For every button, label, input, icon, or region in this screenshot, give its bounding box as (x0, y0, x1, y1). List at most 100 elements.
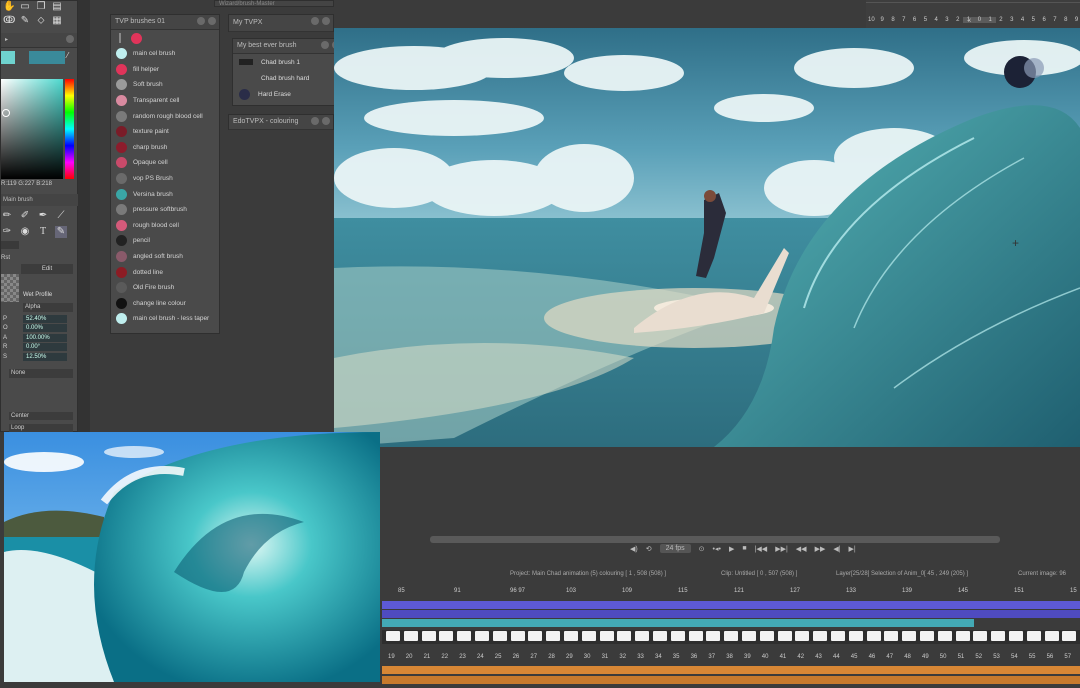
ruler-value[interactable]: 8 (888, 17, 899, 23)
ruler-value[interactable]: 4 (931, 17, 942, 23)
brush-item[interactable]: change line colour (111, 296, 219, 312)
airbrush-tool-icon[interactable]: ✒ (37, 210, 49, 222)
image-cell[interactable] (724, 631, 739, 641)
mute-icon[interactable]: ◀| (833, 545, 840, 553)
brush-item[interactable]: pressure softbrush (111, 202, 219, 218)
image-tool-icon[interactable]: ▤ (51, 1, 63, 13)
special-brush-tool-icon[interactable]: ✎ (55, 226, 67, 238)
shape-select[interactable]: None (9, 369, 73, 378)
ruler-value[interactable]: 3 (942, 17, 953, 23)
ruler-value[interactable]: 10 (866, 17, 877, 23)
ruler-value[interactable]: 0 (973, 17, 985, 23)
brush-item[interactable]: texture paint (111, 124, 219, 140)
lasso-tool-icon[interactable]: ↂ (3, 15, 15, 27)
prop-value[interactable]: 0.00% (23, 324, 67, 333)
blend-mode-select[interactable]: Alpha (23, 303, 73, 312)
play-icon[interactable]: ▶ (729, 545, 734, 553)
loop-select[interactable]: Loop (9, 424, 73, 432)
image-cell[interactable] (492, 631, 507, 641)
panel-close-icon[interactable] (322, 117, 330, 125)
color-picker-cursor[interactable] (2, 109, 10, 117)
ruler-value[interactable]: 5 (1028, 17, 1039, 23)
brush-item[interactable]: Soft brush (111, 77, 219, 93)
ruler-value[interactable]: 1 (984, 17, 996, 23)
brush-tool-icon[interactable]: ✎ (19, 15, 31, 27)
brush-item[interactable]: dotted line (111, 264, 219, 280)
color-picker-square[interactable] (1, 79, 63, 179)
fill-swatch-icon[interactable] (131, 32, 142, 44)
image-cell[interactable] (848, 631, 863, 641)
image-cell[interactable] (742, 631, 756, 641)
mark-icon[interactable]: •◂• (713, 545, 721, 553)
brush-alt-tool-icon[interactable]: ✐ (19, 210, 31, 222)
image-cell[interactable] (991, 631, 1006, 641)
brush-item[interactable]: Versina brush (111, 186, 219, 202)
blue-track[interactable] (382, 610, 1080, 618)
brush-stroke-icon[interactable] (119, 33, 121, 43)
grid-tool-icon[interactable]: ▦ (51, 15, 63, 27)
panel-menu-icon[interactable] (321, 41, 329, 49)
eyedropper-icon[interactable]: ⁄ (67, 51, 75, 63)
image-cell[interactable] (421, 631, 436, 641)
copy-tool-icon[interactable]: ❐ (35, 1, 47, 13)
sound-icon[interactable]: ◀︎) (630, 545, 638, 553)
prev-frame-icon[interactable]: ◀◀ (796, 545, 807, 553)
brush-item[interactable]: main cel brush - less taper (111, 311, 219, 327)
ruler-value[interactable]: 2 (996, 17, 1007, 23)
ruler-value[interactable]: 6 (909, 17, 920, 23)
brush-item[interactable]: pencil (111, 233, 219, 249)
pencil-tool-icon[interactable]: ✏ (1, 210, 13, 222)
image-cell[interactable] (564, 631, 578, 641)
onion-icon[interactable]: ⊙ (699, 545, 705, 553)
ruler-value[interactable]: 2 (952, 17, 963, 23)
center-select[interactable]: Center (9, 412, 73, 420)
smudge-tool-icon[interactable]: ◉ (19, 226, 31, 238)
image-cell[interactable] (866, 631, 881, 641)
brush-item[interactable]: rough blood cell (111, 218, 219, 234)
ruler-value[interactable]: 8 (1060, 17, 1071, 23)
image-cell[interactable] (759, 631, 774, 641)
teal-track[interactable] (382, 619, 974, 627)
fill-tool-icon[interactable]: ⬦ (35, 15, 47, 27)
brush-item[interactable]: Opaque cell (111, 155, 219, 171)
image-cell[interactable] (920, 631, 934, 641)
brush-item[interactable]: charp brush (111, 140, 219, 156)
image-cell[interactable] (439, 631, 454, 641)
panel-close-icon[interactable] (208, 17, 216, 25)
pipette-tool-icon[interactable]: ⟋ (55, 210, 67, 222)
prop-value[interactable]: 52.40% (23, 314, 67, 323)
panel-close-icon[interactable] (322, 17, 330, 25)
brush-item[interactable]: angled soft brush (111, 249, 219, 265)
image-cell[interactable] (1044, 631, 1059, 641)
image-cell[interactable] (546, 631, 561, 641)
timeline-scrollbar[interactable] (430, 536, 1000, 543)
image-cell[interactable] (670, 631, 685, 641)
image-cell[interactable] (884, 631, 899, 641)
end-icon[interactable]: ▶| (849, 545, 856, 553)
ruler-value[interactable]: 7 (898, 17, 909, 23)
brush-item[interactable]: random rough blood cell (111, 108, 219, 124)
ruler-value[interactable]: 9 (1071, 17, 1080, 23)
last-frame-icon[interactable]: ▶▶| (775, 545, 788, 553)
image-cell[interactable] (955, 631, 970, 641)
image-cell[interactable] (688, 631, 703, 641)
image-cell[interactable] (1026, 631, 1041, 641)
image-cell[interactable] (457, 631, 472, 641)
brush-item[interactable]: Transparent cell (111, 93, 219, 109)
panel-menu-icon[interactable] (311, 117, 319, 125)
first-frame-icon[interactable]: |◀◀ (755, 545, 768, 553)
ruler-value[interactable]: 5 (920, 17, 931, 23)
text-tool-icon[interactable]: T (37, 226, 49, 238)
ruler-value[interactable]: 6 (1039, 17, 1050, 23)
brush-item[interactable]: main cel brush (111, 46, 219, 62)
brush-item[interactable]: vop PS Brush (111, 171, 219, 187)
pan-tool-icon[interactable]: ✋ (3, 1, 15, 13)
prop-value[interactable]: 100.00% (23, 333, 67, 342)
orange-track[interactable] (382, 676, 1080, 684)
edit-button[interactable]: Edit (21, 264, 73, 274)
image-cell[interactable] (813, 631, 828, 641)
image-cells-track[interactable] (382, 630, 1080, 644)
image-cell[interactable] (973, 631, 988, 641)
image-cell[interactable] (475, 631, 489, 641)
image-cell[interactable] (617, 631, 632, 641)
